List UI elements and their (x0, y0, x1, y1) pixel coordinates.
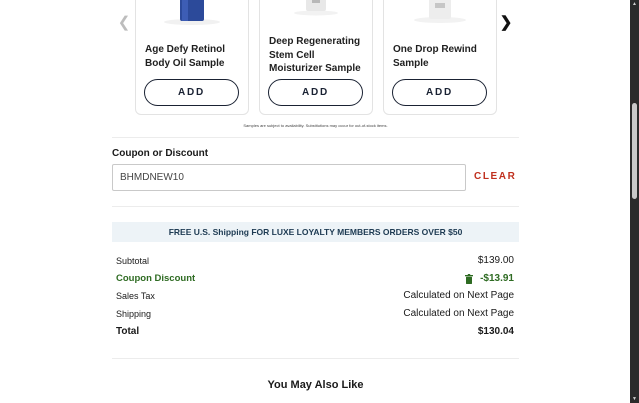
clear-coupon-button[interactable]: CLEAR (474, 171, 516, 182)
sample-card: Deep Regenerating Stem Cell Moisturizer … (259, 0, 373, 115)
divider (112, 206, 519, 207)
shipping-banner: FREE U.S. Shipping FOR LUXE LOYALTY MEMB… (112, 222, 519, 242)
sample-carousel: ❮ Age Defy Retinol Body Oil Sample ADD D… (112, 0, 520, 118)
discount-label: Coupon Discount (116, 273, 196, 284)
coupon-input[interactable] (112, 164, 466, 191)
chevron-right-icon: ❯ (499, 14, 513, 31)
sales-tax-value: Calculated on Next Page (403, 290, 514, 301)
discount-value: -$13.91 (480, 273, 514, 284)
add-sample-button[interactable]: ADD (392, 79, 487, 106)
discount-value-group: -$13.91 (465, 273, 514, 284)
shipping-label: Shipping (116, 308, 152, 319)
add-sample-button[interactable]: ADD (268, 79, 363, 106)
add-sample-button[interactable]: ADD (144, 79, 239, 106)
subtotal-value: $139.00 (477, 255, 514, 266)
product-image (414, 0, 466, 23)
product-image (294, 0, 338, 16)
chevron-left-icon: ❮ (117, 14, 131, 31)
sample-name: Age Defy Retinol Body Oil Sample (145, 44, 226, 69)
trash-icon[interactable] (465, 273, 474, 284)
total-value: $130.04 (477, 326, 514, 337)
shipping-value: Calculated on Next Page (403, 308, 514, 319)
sample-card: One Drop Rewind Sample ADD (383, 0, 497, 115)
scroll-up-arrow-icon[interactable]: ▲ (630, 0, 639, 8)
subtotal-label: Subtotal (116, 255, 150, 266)
scrollbar-thumb[interactable] (632, 103, 637, 199)
shipping-row: Shipping Calculated on Next Page (116, 308, 514, 319)
sample-card: Age Defy Retinol Body Oil Sample ADD (135, 0, 249, 115)
total-row: Total $130.04 (116, 326, 514, 337)
carousel-next-button[interactable]: ❯ (496, 12, 516, 32)
sample-name: Deep Regenerating Stem Cell Moisturizer … (269, 36, 361, 74)
sales-tax-row: Sales Tax Calculated on Next Page (116, 290, 514, 301)
carousel-prev-button[interactable]: ❮ (114, 12, 134, 32)
divider (112, 358, 519, 359)
vertical-scrollbar[interactable]: ▲ ▼ (630, 0, 639, 403)
scroll-down-arrow-icon[interactable]: ▼ (630, 395, 639, 403)
samples-note: Samples are subject to availability. Sub… (243, 123, 388, 128)
discount-row: Coupon Discount -$13.91 (116, 273, 514, 284)
sample-name: One Drop Rewind Sample (393, 44, 477, 69)
subtotal-row: Subtotal $139.00 (116, 255, 514, 266)
cart-page: ❮ Age Defy Retinol Body Oil Sample ADD D… (0, 0, 630, 403)
total-label: Total (116, 326, 140, 337)
product-image (164, 0, 220, 25)
recommendations-heading: You May Also Like (267, 379, 364, 391)
divider (112, 137, 519, 138)
coupon-label: Coupon or Discount (112, 148, 209, 159)
sales-tax-label: Sales Tax (116, 290, 155, 301)
